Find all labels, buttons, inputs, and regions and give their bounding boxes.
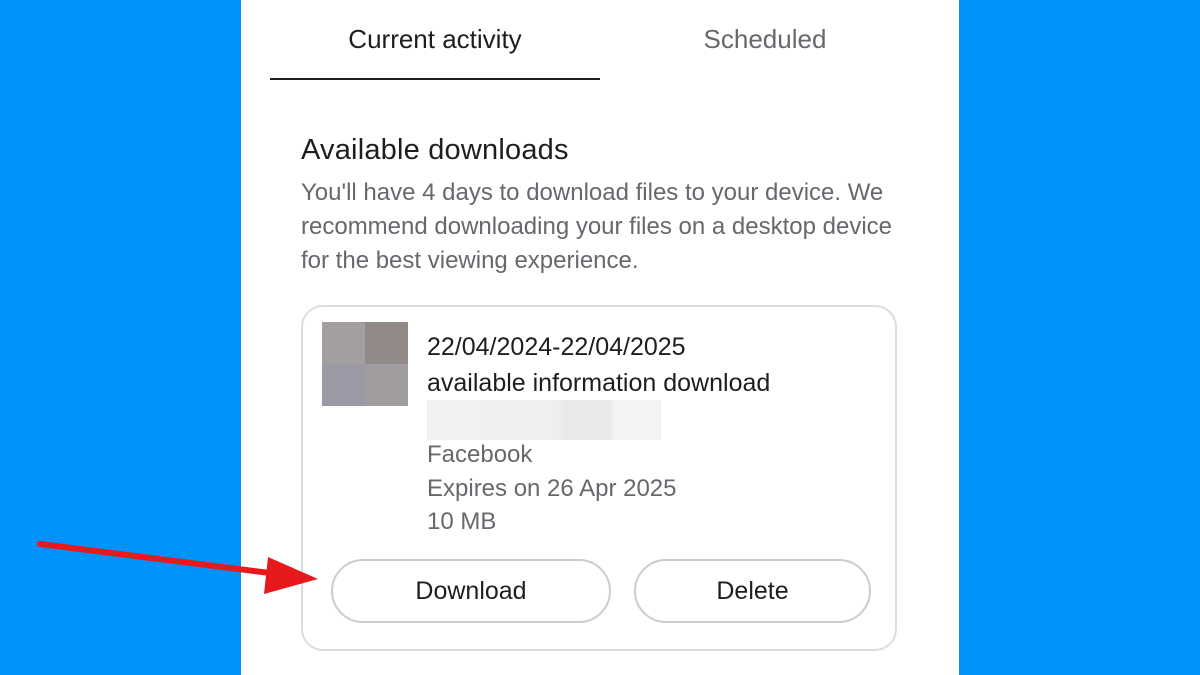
thumbnail-tile: [322, 322, 365, 364]
file-source: Facebook: [427, 441, 533, 468]
file-expiry: Expires on 26 Apr 2025: [427, 475, 677, 502]
download-panel: Current activity Scheduled Available dow…: [241, 0, 959, 675]
download-card: 22/04/2024-22/04/2025 available informat…: [301, 305, 897, 651]
file-title: 22/04/2024-22/04/2025 available informat…: [427, 329, 887, 401]
screen: Current activity Scheduled Available dow…: [0, 0, 1200, 675]
thumbnail-tile: [365, 364, 408, 406]
tab-bar: Current activity Scheduled: [270, 0, 930, 80]
tab-current-activity[interactable]: Current activity: [270, 0, 600, 80]
thumbnail-tile: [365, 322, 408, 364]
file-name: available information download: [427, 369, 771, 397]
file-date-range: 22/04/2024-22/04/2025: [427, 333, 686, 361]
download-button[interactable]: Download: [331, 559, 611, 623]
tab-scheduled[interactable]: Scheduled: [600, 0, 930, 78]
file-thumbnail: [322, 322, 408, 406]
thumbnail-tile: [322, 364, 365, 406]
file-size: 10 MB: [427, 508, 497, 535]
section-description: You'll have 4 days to download files to …: [301, 179, 893, 274]
section-title: Available downloads: [301, 134, 569, 166]
delete-button[interactable]: Delete: [634, 559, 871, 623]
redacted-info: [427, 400, 661, 440]
